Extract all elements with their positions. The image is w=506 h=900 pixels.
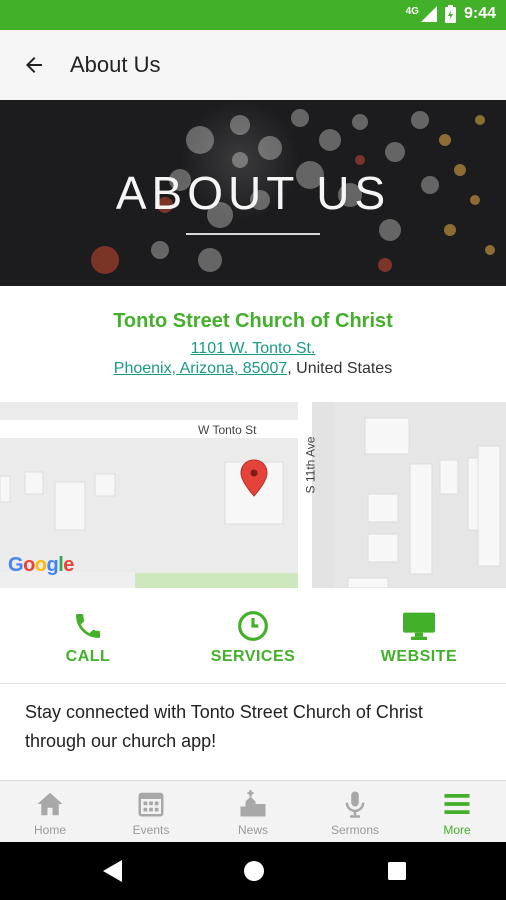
signal-icon [420,6,437,22]
location-map[interactable]: W Tonto St S 11th Ave Google [0,402,506,588]
calendar-icon [138,792,164,817]
address-line1-link[interactable]: 1101 W. Tonto St. [191,340,316,357]
status-bar: 4G 9:44 [0,0,506,30]
website-label: WEBSITE [380,648,458,665]
nav-recents-icon[interactable] [385,858,409,884]
street-label-vertical: S 11th Ave [303,436,318,494]
phone-icon [76,614,100,638]
menu-icon [444,794,470,814]
church-name: Tonto Street Church of Christ [113,310,393,332]
hero-banner: ABOUT US [0,100,506,286]
website-button[interactable]: WEBSITE [376,610,462,666]
tab-news[interactable]: News [213,789,293,837]
tab-events-label: Events [132,823,170,837]
address-line2-link[interactable]: Phoenix, Arizona, 85007 [114,360,287,377]
back-button[interactable] [18,49,50,81]
hero-divider [186,233,320,235]
bottom-tab-bar: Home Events News Sermons More [0,780,506,843]
tab-news-label: News [237,823,268,837]
action-row: CALL SERVICES WEBSITE [0,588,506,684]
tab-events[interactable]: Events [111,789,191,837]
clock-time: 9:44 [463,5,496,22]
church-info: Tonto Street Church of Christ 1101 W. To… [0,286,506,402]
tab-more-label: More [443,823,471,837]
nav-home-icon[interactable] [242,858,266,884]
tab-sermons-label: Sermons [330,823,380,837]
address-country: , United States [287,360,393,377]
tab-home[interactable]: Home [10,789,90,837]
home-icon [37,792,63,816]
network-type: 4G [405,5,419,17]
monitor-icon [403,612,435,640]
arrow-left-icon [26,57,42,73]
app-bar: About Us [0,30,506,101]
description-text: Stay connected with Tonto Street Church … [25,702,423,751]
battery-icon [444,5,456,23]
church-icon [240,790,266,817]
microphone-icon [345,791,365,818]
call-label: CALL [65,648,111,665]
street-label-horizontal: W Tonto St [198,423,257,437]
nav-back-icon[interactable] [100,858,124,884]
call-button[interactable]: CALL [48,610,128,666]
tab-more[interactable]: More [417,789,497,837]
google-logo: Google [8,554,74,576]
page-title: About Us [70,52,161,77]
hero-title: ABOUT US [115,167,391,219]
services-button[interactable]: SERVICES [208,610,298,666]
clock-icon [238,611,268,641]
tab-home-label: Home [33,823,66,837]
system-nav-bar [0,842,506,900]
services-label: SERVICES [210,648,296,665]
tab-sermons[interactable]: Sermons [315,789,395,837]
